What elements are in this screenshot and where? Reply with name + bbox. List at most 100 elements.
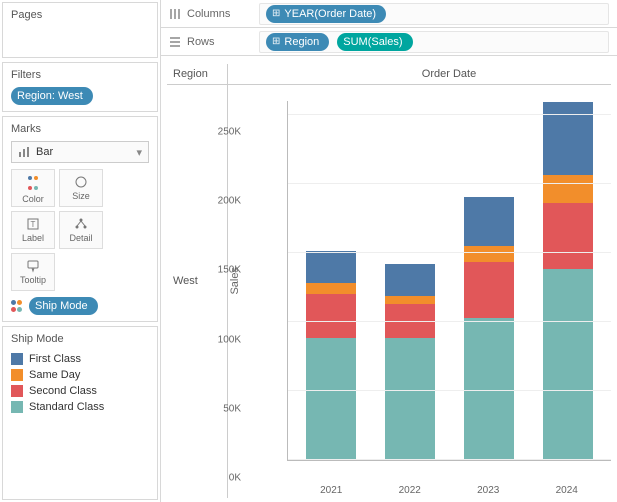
columns-pill-area[interactable]: YEAR(Order Date) [259,3,609,25]
columns-pill-year-label: YEAR(Order Date) [284,7,376,21]
bar-column[interactable] [306,251,356,460]
gridline [288,252,611,253]
columns-shelf-label: Columns [169,8,249,20]
legend-title: Ship Mode [11,333,149,345]
marks-size-button[interactable]: Size [59,169,103,207]
chevron-down-icon: ▾ [136,146,142,159]
plot-area[interactable] [287,101,611,461]
gridline [288,459,611,460]
bar-segment[interactable] [464,246,514,263]
header-order-date: Order Date [287,64,611,84]
gridline [288,390,611,391]
bar-segment[interactable] [464,262,514,317]
legend-label: Same Day [29,369,80,381]
bar-segment[interactable] [543,102,593,175]
bar-segment[interactable] [385,264,435,296]
pages-shelf[interactable]: Pages [2,2,158,58]
x-tick: 2024 [542,485,592,496]
pages-title: Pages [11,9,149,21]
rows-shelf[interactable]: Rows Region SUM(Sales) [161,28,617,56]
columns-label-text: Columns [187,8,230,20]
x-tick: 2021 [306,485,356,496]
legend-item-first-class[interactable]: First Class [11,351,149,367]
legend-label: First Class [29,353,81,365]
rows-pill-region-label: Region [284,35,319,49]
color-encoding-row[interactable]: Ship Mode [11,297,149,315]
marks-card: Marks Bar ▾ Color Size T Label [2,116,158,322]
bar-segment[interactable] [385,296,435,304]
marks-tooltip-button[interactable]: Tooltip [11,253,55,291]
svg-text:T: T [31,220,36,229]
rows-pill-region[interactable]: Region [266,33,329,51]
y-tick: 150K [218,265,247,276]
legend-swatch [11,369,23,381]
row-header-west: West [167,84,227,478]
marks-label-button[interactable]: T Label [11,211,55,249]
legend-swatch [11,385,23,397]
bar-segment[interactable] [543,269,593,460]
bar-segment[interactable] [464,197,514,245]
marks-color-label: Color [22,194,44,204]
y-tick: 50K [223,403,247,414]
detail-icon [74,217,88,231]
y-tick: 250K [218,126,247,137]
rows-label-text: Rows [187,36,215,48]
header-region-field: Region [167,64,227,84]
gridline [288,114,611,115]
size-icon [74,175,88,189]
sidebar: Pages Filters Region: West Marks Bar ▾ C… [0,0,160,502]
filter-pill-label: Region: West [17,89,83,103]
color-dots-icon [11,300,23,312]
x-tick: 2023 [463,485,513,496]
bar-segment[interactable] [306,251,356,283]
legend-item-same-day[interactable]: Same Day [11,367,149,383]
marks-type-select[interactable]: Bar ▾ [11,141,149,163]
marks-color-button[interactable]: Color [11,169,55,207]
color-icon [27,172,39,192]
bar-segment[interactable] [385,338,435,460]
bar-chart-icon [18,146,30,158]
bar-segment[interactable] [306,338,356,460]
tooltip-icon [26,259,40,273]
legend-item-second-class[interactable]: Second Class [11,383,149,399]
marks-detail-button[interactable]: Detail [59,211,103,249]
columns-shelf[interactable]: Columns YEAR(Order Date) [161,0,617,28]
legend-swatch [11,353,23,365]
legend-card: Ship Mode First Class Same Day Second Cl… [2,326,158,500]
legend-item-standard-class[interactable]: Standard Class [11,399,149,415]
color-encoding-pill[interactable]: Ship Mode [29,297,98,315]
marks-type-label: Bar [36,146,53,158]
filters-shelf[interactable]: Filters Region: West [2,62,158,112]
bar-segment[interactable] [543,203,593,269]
label-icon: T [26,217,40,231]
marks-detail-label: Detail [69,233,92,243]
columns-pill-year[interactable]: YEAR(Order Date) [266,5,386,23]
y-tick: 100K [218,334,247,345]
bar-segment[interactable] [543,175,593,203]
columns-icon [169,8,181,20]
rows-pill-area[interactable]: Region SUM(Sales) [259,31,609,53]
marks-size-label: Size [72,191,90,201]
bar-segment[interactable] [306,283,356,294]
filters-title: Filters [11,69,149,81]
legend-swatch [11,401,23,413]
legend-label: Standard Class [29,401,104,413]
main: Columns YEAR(Order Date) Rows Region SUM… [160,0,617,502]
bar-column[interactable] [543,102,593,461]
y-axis-ticks: 0K50K100K150K200K250K [247,84,287,478]
bar-column[interactable] [464,197,514,460]
rows-shelf-label: Rows [169,36,249,48]
x-tick: 2022 [385,485,435,496]
marks-buttons: Color Size T Label Detail Tooltip [11,169,149,291]
viz-area: Region Order Date West Sales 0K50K100K15… [161,56,617,502]
gridline [288,183,611,184]
y-tick: 200K [218,196,247,207]
filter-pill-region[interactable]: Region: West [11,87,93,105]
viz-table: Region Order Date West Sales 0K50K100K15… [167,64,611,498]
bar-segment[interactable] [464,318,514,461]
bar-segment[interactable] [306,294,356,338]
color-encoding-pill-label: Ship Mode [35,299,88,313]
gridline [288,321,611,322]
rows-pill-sumsales[interactable]: SUM(Sales) [337,33,412,51]
bar-column[interactable] [385,264,435,461]
